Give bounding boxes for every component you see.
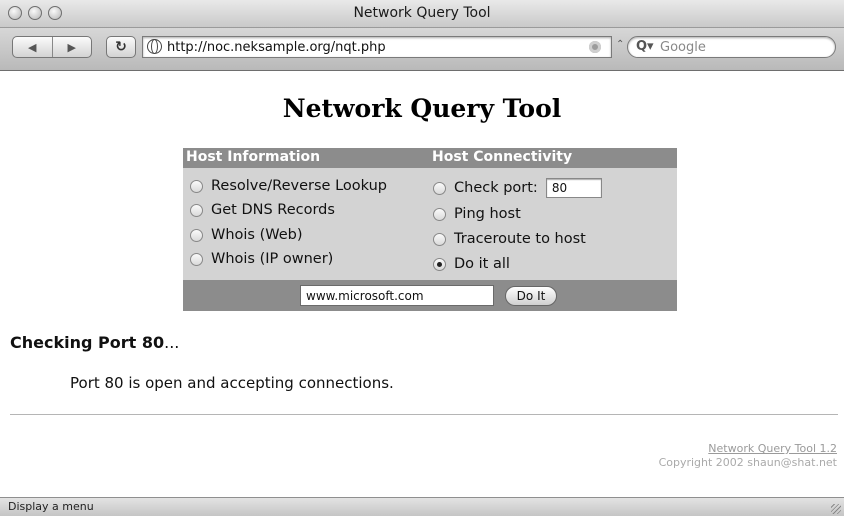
search-field-group: ⌃ Q▾ Google [616, 36, 836, 58]
host-input[interactable]: www.microsoft.com [300, 285, 494, 306]
search-input[interactable]: Q▾ Google [627, 36, 836, 58]
search-collapse-icon[interactable]: ⌃ [616, 39, 624, 50]
radio-ping-host[interactable] [433, 207, 446, 221]
option-check-port[interactable]: Check port: 80 [433, 178, 602, 198]
option-traceroute[interactable]: Traceroute to host [433, 229, 586, 249]
resize-grip-icon[interactable] [831, 504, 841, 514]
option-label: Resolve/Reverse Lookup [211, 178, 387, 194]
footer-copyright: Copyright 2002 shaun@shat.net [658, 456, 837, 469]
status-text: Display a menu [8, 500, 94, 513]
option-label: Whois (Web) [211, 227, 303, 243]
divider [10, 414, 838, 415]
option-whois-web[interactable]: Whois (Web) [190, 225, 303, 245]
window-title: Network Query Tool [353, 5, 491, 21]
radio-whois-ip[interactable] [190, 252, 203, 266]
option-dns-records[interactable]: Get DNS Records [190, 200, 335, 220]
reload-icon: ↻ [115, 39, 127, 55]
option-resolve-lookup[interactable]: Resolve/Reverse Lookup [190, 176, 387, 196]
result-heading-bold: Checking Port 80 [10, 333, 165, 352]
footer-link[interactable]: Network Query Tool 1.2 [659, 442, 837, 456]
result-heading-suffix: ... [164, 333, 180, 352]
page-footer: Network Query Tool 1.2 Copyright 2002 sh… [659, 442, 837, 470]
radio-dns-records[interactable] [190, 203, 203, 217]
option-label: Check port: [454, 180, 538, 196]
option-label: Ping host [454, 206, 521, 222]
radio-traceroute[interactable] [433, 232, 446, 246]
option-do-it-all[interactable]: Do it all [433, 254, 510, 274]
do-it-button[interactable]: Do It [505, 286, 557, 306]
option-label: Traceroute to host [454, 231, 586, 247]
page-title: Network Query Tool [282, 94, 562, 123]
reload-button[interactable]: ↻ [106, 36, 136, 58]
globe-icon [147, 39, 162, 54]
option-label: Do it all [454, 256, 510, 272]
status-bar: Display a menu [0, 497, 844, 516]
port-input[interactable]: 80 [545, 178, 602, 198]
host-connectivity-heading: Host Connectivity [432, 149, 573, 165]
address-bar[interactable]: http://noc.neksample.org/nqt.php [142, 36, 612, 58]
back-button[interactable]: ◀ [13, 37, 52, 57]
address-text: http://noc.neksample.org/nqt.php [167, 40, 386, 55]
form-header-row: Host Information Host Connectivity [183, 148, 677, 168]
window-titlebar: Network Query Tool [0, 0, 844, 28]
host-information-heading: Host Information [186, 149, 321, 165]
option-ping-host[interactable]: Ping host [433, 204, 521, 224]
option-whois-ip[interactable]: Whois (IP owner) [190, 249, 333, 269]
option-label: Whois (IP owner) [211, 251, 334, 267]
search-placeholder: Google [660, 40, 706, 55]
result-heading: Checking Port 80... [10, 333, 179, 352]
form-footer-row: www.microsoft.com Do It [183, 280, 677, 311]
back-forward-group: ◀ ▶ [12, 36, 92, 58]
snapback-icon[interactable] [589, 41, 601, 53]
radio-check-port[interactable] [433, 181, 446, 195]
radio-whois-web[interactable] [190, 228, 203, 242]
result-message: Port 80 is open and accepting connection… [70, 374, 394, 392]
browser-toolbar: ◀ ▶ ↻ http://noc.neksample.org/nqt.php ⌃… [0, 28, 844, 71]
forward-arrow-icon: ▶ [67, 40, 76, 54]
back-arrow-icon: ◀ [28, 40, 37, 54]
option-label: Get DNS Records [211, 202, 335, 218]
forward-button[interactable]: ▶ [51, 37, 92, 57]
search-icon[interactable]: Q▾ [636, 39, 654, 54]
radio-resolve-lookup[interactable] [190, 179, 203, 193]
query-form: Host Information Host Connectivity Resol… [183, 148, 677, 311]
radio-do-it-all[interactable] [433, 257, 446, 271]
